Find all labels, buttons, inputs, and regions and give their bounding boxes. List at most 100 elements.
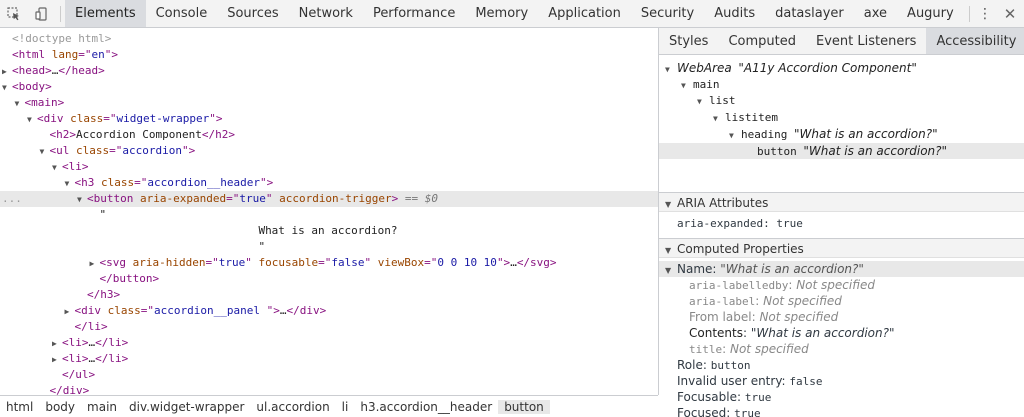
ax-node[interactable]: ▼ listitem	[659, 110, 1024, 126]
dom-node-line[interactable]: </div>	[0, 383, 90, 395]
tab-network[interactable]: Network	[289, 0, 363, 27]
collapse-triangle-icon[interactable]: ▼	[52, 160, 62, 176]
dom-token: "	[245, 256, 259, 269]
dom-node-line[interactable]: "	[0, 239, 265, 255]
close-icon[interactable]: ✕	[996, 5, 1024, 23]
expand-triangle-icon[interactable]: ▶	[90, 256, 100, 272]
dom-node-line[interactable]: </button>	[0, 271, 160, 287]
computed-properties-header[interactable]: ▼ Computed Properties	[659, 238, 1024, 258]
tab-security[interactable]: Security	[631, 0, 704, 27]
tab-augury[interactable]: Augury	[897, 0, 964, 27]
collapse-triangle-icon[interactable]: ▼	[15, 96, 25, 112]
dom-node-line[interactable]: </li>	[0, 319, 108, 335]
dom-node-line[interactable]: <!doctype html>	[0, 31, 111, 47]
name-source-row: aria-label: Not specified	[659, 293, 1024, 309]
collapse-triangle-icon[interactable]: ▼	[65, 176, 75, 192]
prop-key: Focused:	[677, 406, 735, 417]
dom-node-line[interactable]: ▼ <div class="widget-wrapper">	[0, 111, 222, 127]
dom-token: </button>	[99, 272, 160, 285]
dom-node-line[interactable]: ▶ <svg aria-hidden="true" focusable="fals…	[0, 255, 557, 271]
breadcrumb-item[interactable]: li	[336, 400, 355, 414]
dom-node-line[interactable]: ▼ <ul class="accordion">	[0, 143, 196, 160]
dom-node-line[interactable]: <html lang="en">	[0, 47, 118, 63]
tab-dataslayer[interactable]: dataslayer	[765, 0, 854, 27]
ax-role: list	[709, 94, 736, 107]
dom-token: ="	[78, 48, 92, 61]
name-sources: aria-labelledby: Not specified aria-label…	[659, 277, 1024, 357]
collapse-triangle-icon[interactable]: ▼	[697, 94, 709, 110]
tab-memory[interactable]: Memory	[465, 0, 538, 27]
breadcrumb-item[interactable]: body	[39, 400, 81, 414]
ax-node[interactable]: ▼ main	[659, 77, 1024, 93]
dom-token: <div	[37, 112, 71, 125]
tab-application[interactable]: Application	[538, 0, 631, 27]
dom-node-line[interactable]: ▶ <li>…</li>	[0, 335, 128, 351]
dom-token: <body>	[12, 80, 52, 93]
tab-styles[interactable]: Styles	[659, 28, 718, 54]
tab-console[interactable]: Console	[146, 0, 218, 27]
tab-elements[interactable]: Elements	[65, 0, 146, 27]
dom-token: class	[70, 112, 104, 125]
name-source-colon: :	[722, 342, 730, 356]
breadcrumb-item[interactable]: button	[498, 399, 550, 414]
breadcrumb-item[interactable]: main	[81, 400, 123, 414]
ax-node[interactable]: button "What is an accordion?"	[659, 142, 1024, 159]
accessibility-tree[interactable]: ▼ WebArea "A11y Accordion Component" ▼ main…	[659, 55, 1024, 192]
expand-triangle-icon[interactable]: ▶	[52, 336, 62, 352]
dom-node-line[interactable]: <h2>Accordion Component</h2>	[0, 127, 235, 143]
tab-computed[interactable]: Computed	[718, 28, 806, 54]
dom-token: en	[91, 48, 105, 61]
tab-performance[interactable]: Performance	[363, 0, 465, 27]
dom-token: </h3>	[87, 288, 121, 301]
tab-sources[interactable]: Sources	[217, 0, 288, 27]
dom-token: <!doctype html>	[12, 32, 112, 45]
dom-node-line[interactable]: ▼ <li>	[0, 159, 89, 175]
tab-accessibility[interactable]: Accessibility	[926, 28, 1024, 54]
ax-node[interactable]: ▼ WebArea "A11y Accordion Component"	[659, 60, 1024, 76]
dom-node-line[interactable]: ... ▼ <button aria-expanded="true" accordi…	[0, 191, 658, 207]
dom-node-line[interactable]: </h3>	[0, 287, 120, 303]
dom-tree[interactable]: <!doctype html> <html lang="en"> ▶ <head>…<…	[0, 28, 658, 395]
collapse-triangle-icon[interactable]: ▼	[681, 78, 693, 94]
tab-audits[interactable]: Audits	[704, 0, 765, 27]
name-property-row[interactable]: ▼ Name: "What is an accordion?"	[659, 261, 1024, 277]
dom-node-line[interactable]: ▶ <head>…</head>	[0, 63, 105, 79]
dom-node-line[interactable]: "	[0, 207, 107, 223]
inspect-element-button[interactable]	[0, 0, 28, 27]
expand-triangle-icon[interactable]: ▶	[2, 64, 12, 80]
collapse-triangle-icon[interactable]: ▼	[27, 112, 37, 128]
collapse-triangle-icon[interactable]: ▼	[40, 144, 50, 160]
dom-token: ="	[140, 304, 154, 317]
breadcrumb-item[interactable]: ul.accordion	[250, 400, 335, 414]
dom-node-line[interactable]: </ul>	[0, 367, 95, 383]
ax-name: "What is an accordion?"	[803, 143, 948, 158]
dom-token: </div>	[49, 384, 90, 395]
breadcrumb-item[interactable]: h3.accordion__header	[354, 400, 498, 414]
ax-node[interactable]: ▼ heading "What is an accordion?"	[659, 126, 1024, 142]
dom-node-line[interactable]: ▼ <body>	[0, 79, 52, 95]
dom-node-line[interactable]: What is an accordion?	[0, 223, 397, 239]
tab-event-listeners[interactable]: Event Listeners	[806, 28, 926, 54]
expand-triangle-icon[interactable]: ▶	[65, 304, 75, 320]
collapse-triangle-icon[interactable]: ▼	[2, 80, 12, 96]
breadcrumb-item[interactable]: div.widget-wrapper	[123, 400, 250, 414]
collapse-triangle-icon[interactable]: ▼	[77, 192, 87, 208]
tab-axe[interactable]: axe	[854, 0, 897, 27]
breadcrumb-item[interactable]: html	[0, 400, 39, 414]
dom-node-line[interactable]: ▶ <div class="accordion__panel ">…</div>	[0, 303, 327, 320]
collapse-triangle-icon[interactable]: ▼	[713, 111, 725, 127]
expand-triangle-icon[interactable]: ▶	[52, 352, 62, 368]
dom-token: accordion	[122, 144, 182, 157]
dom-token: …	[510, 256, 517, 269]
dom-node-line[interactable]: ▼ <h3 class="accordion__header">	[0, 175, 274, 192]
device-toolbar-button[interactable]	[28, 0, 56, 27]
aria-attributes-header[interactable]: ▼ ARIA Attributes	[659, 192, 1024, 212]
dom-token: ">	[181, 144, 196, 157]
name-source-value: Not specified	[763, 294, 842, 308]
ax-role: listitem	[725, 110, 778, 124]
more-menu-icon[interactable]: ⋮	[974, 6, 996, 22]
prop-key: Role:	[677, 358, 711, 372]
dom-node-line[interactable]: ▼ <main>	[0, 95, 65, 112]
dom-node-line[interactable]: ▶ <li>…</li>	[0, 351, 128, 367]
ax-node[interactable]: ▼ list	[659, 93, 1024, 109]
